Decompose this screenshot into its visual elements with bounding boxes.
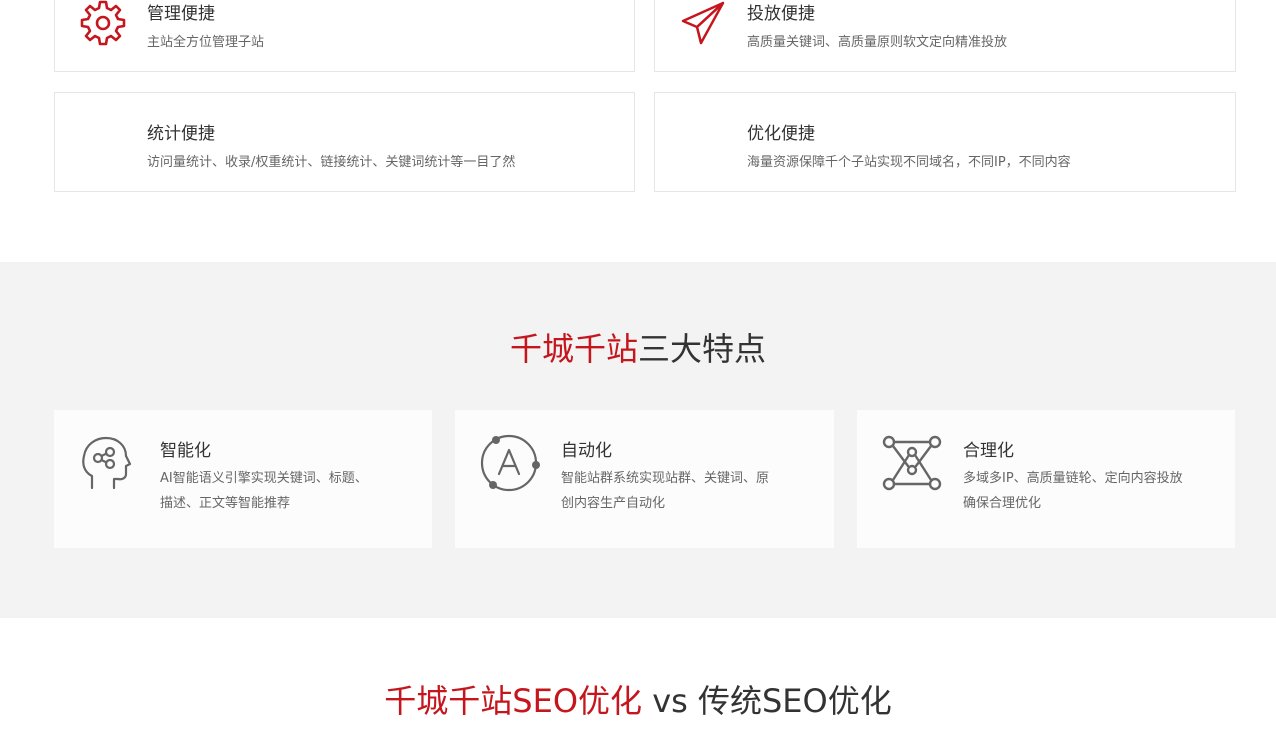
compare-title-rest: vs 传统SEO优化 — [642, 682, 892, 720]
feature-card-statistics: 统计便捷 访问量统计、收录/权重统计、链接统计、关键词统计等一目了然 — [54, 92, 635, 192]
feature-title: 投放便捷 — [747, 4, 815, 24]
feature-title: 统计便捷 — [147, 124, 215, 144]
trait-desc: 多域多IP、高质量链轮、定向内容投放确保合理优化 — [963, 471, 1183, 511]
traits-section: 千城千站三大特点 智能化 AI智能语义引擎实现关键词、标题、描述、正文等智能推荐 — [0, 262, 1276, 618]
feature-desc: 访问量统计、收录/权重统计、链接统计、关键词统计等一目了然 — [147, 155, 516, 170]
network-nodes-icon — [881, 432, 942, 494]
trait-desc: AI智能语义引擎实现关键词、标题、描述、正文等智能推荐 — [160, 471, 368, 511]
section-title-accent: 千城千站 — [509, 330, 638, 368]
compare-title-accent: 千城千站SEO优化 — [384, 682, 643, 720]
gear-icon — [79, 0, 127, 47]
feature-card-optimization: 优化便捷 海量资源保障千个子站实现不同域名，不同IP，不同内容 — [654, 92, 1236, 192]
section-title: 千城千站三大特点 — [0, 324, 1276, 370]
trait-title: 合理化 — [963, 441, 1014, 461]
compare-section-title: 千城千站SEO优化 vs 传统SEO优化 — [0, 676, 1276, 722]
feature-title: 管理便捷 — [147, 4, 215, 24]
trait-card-intelligent: 智能化 AI智能语义引擎实现关键词、标题、描述、正文等智能推荐 — [54, 410, 432, 548]
feature-desc: 海量资源保障千个子站实现不同域名，不同IP，不同内容 — [747, 155, 1071, 170]
feature-card-management: 管理便捷 主站全方位管理子站 — [54, 0, 635, 72]
letter-a-orbit-icon — [479, 432, 540, 494]
trait-card-automated: 自动化 智能站群系统实现站群、关键词、原创内容生产自动化 — [455, 410, 834, 548]
trait-title: 自动化 — [561, 441, 612, 461]
paper-plane-icon — [679, 0, 727, 47]
feature-card-delivery: 投放便捷 高质量关键词、高质量原则软文定向精准投放 — [654, 0, 1236, 72]
feature-title: 优化便捷 — [747, 124, 815, 144]
trait-title: 智能化 — [160, 441, 211, 461]
brain-head-icon — [78, 432, 136, 494]
trait-desc: 智能站群系统实现站群、关键词、原创内容生产自动化 — [561, 471, 770, 511]
trait-card-rational: 合理化 多域多IP、高质量链轮、定向内容投放确保合理优化 — [857, 410, 1235, 548]
feature-desc: 高质量关键词、高质量原则软文定向精准投放 — [747, 35, 1008, 50]
section-title-rest: 三大特点 — [638, 330, 767, 368]
feature-desc: 主站全方位管理子站 — [147, 35, 265, 50]
